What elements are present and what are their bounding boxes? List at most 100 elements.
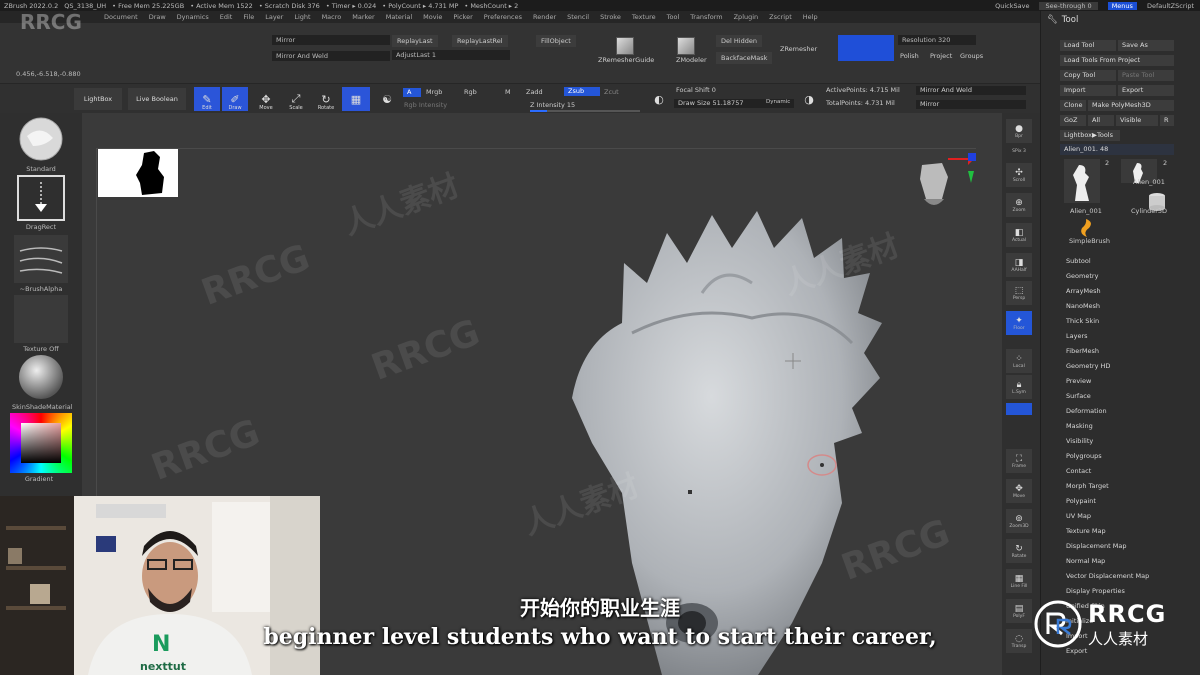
dynamic-toggle[interactable]: Dynamic [766, 99, 790, 105]
quicksave-button[interactable]: QuickSave [995, 2, 1029, 10]
backface-mask-button[interactable]: BackfaceMask [716, 52, 773, 64]
fibermesh-section[interactable]: FiberMesh [1066, 347, 1099, 355]
menu-stencil[interactable]: Stencil [567, 13, 589, 21]
edit-mode-button[interactable]: ✎ Edit [194, 87, 220, 111]
move-button[interactable]: ✥ Move [253, 87, 279, 112]
draw-mode-button[interactable]: ✐ Draw [222, 87, 248, 111]
preview-section[interactable]: Preview [1066, 377, 1091, 385]
m-toggle[interactable]: M [505, 88, 511, 96]
vector-displacement-map-section[interactable]: Vector Displacement Map [1066, 572, 1149, 580]
menu-zplugin[interactable]: Zplugin [734, 13, 759, 21]
menu-tool[interactable]: Tool [667, 13, 680, 21]
aahalf-button[interactable]: ◨ AAHalf [1006, 253, 1032, 277]
goz-visible-button[interactable]: Visible [1116, 115, 1158, 126]
rgb-toggle[interactable]: Rgb [464, 88, 477, 96]
current-tool-slider[interactable]: Alien_001. 48 [1060, 144, 1174, 155]
displacement-map-section[interactable]: Displacement Map [1066, 542, 1126, 550]
local-button[interactable]: ⁘ Local [1006, 349, 1032, 373]
floor-button[interactable]: ✦ Floor [1006, 311, 1032, 335]
menu-stroke[interactable]: Stroke [600, 13, 621, 21]
menu-help[interactable]: Help [803, 13, 818, 21]
material-sphere-button[interactable]: ☯ [374, 87, 400, 111]
replay-last-button[interactable]: ReplayLast [392, 35, 438, 47]
copy-tool-button[interactable]: Copy Tool [1060, 70, 1116, 81]
menu-texture[interactable]: Texture [632, 13, 656, 21]
zmodeler-button[interactable]: ZModeler [676, 56, 707, 64]
mirror-and-weld-button[interactable]: Mirror And Weld [272, 51, 390, 61]
zsub-toggle[interactable]: Zsub [564, 87, 600, 96]
goz-all-button[interactable]: All [1088, 115, 1114, 126]
del-hidden-button[interactable]: Del Hidden [716, 35, 762, 47]
simplebrush-icon[interactable] [1075, 218, 1097, 238]
move-view-button[interactable]: ✥ Move [1006, 479, 1032, 503]
zadd-toggle[interactable]: Zadd [526, 88, 543, 96]
adjust-last-slider[interactable]: AdjustLast 1 [392, 50, 510, 60]
lightbox-button[interactable]: LightBox [74, 88, 122, 110]
frame-button[interactable]: ⛶ Frame [1006, 449, 1032, 473]
alpha-selector[interactable]: ~BrushAlpha [12, 235, 70, 293]
linefill-button[interactable]: ▦ Line Fill [1006, 569, 1032, 593]
goz-r-button[interactable]: R [1160, 115, 1174, 126]
color-picker[interactable]: Gradient [10, 413, 72, 483]
layers-section[interactable]: Layers [1066, 332, 1088, 340]
lightbox-tools-button[interactable]: Lightbox▶Tools [1060, 130, 1120, 141]
menu-edit[interactable]: Edit [220, 13, 233, 21]
mrgb-toggle[interactable]: Mrgb [426, 88, 442, 96]
see-through-slider[interactable]: See-through 0 [1039, 1, 1098, 10]
groups-button[interactable]: Groups [960, 52, 983, 60]
scroll-button[interactable]: ✣ Scroll [1006, 163, 1032, 187]
paste-tool-button[interactable]: Paste Tool [1118, 70, 1174, 81]
rgb-intensity-slider[interactable]: Rgb Intensity [404, 101, 447, 109]
visibility-section[interactable]: Visibility [1066, 437, 1093, 445]
gizmo-toggle[interactable]: ▦ [342, 87, 370, 111]
alien-sculpt-model[interactable] [552, 203, 982, 675]
brush-selector[interactable]: Standard [12, 115, 70, 173]
menu-dynamics[interactable]: Dynamics [177, 13, 209, 21]
menu-layer[interactable]: Layer [265, 13, 283, 21]
zremesher-button[interactable]: ZRemesher [780, 45, 817, 53]
menu-macro[interactable]: Macro [322, 13, 342, 21]
masking-section[interactable]: Masking [1066, 422, 1093, 430]
menu-material[interactable]: Material [386, 13, 412, 21]
rotate-view-button[interactable]: ↻ Rotate [1006, 539, 1032, 563]
zcut-toggle[interactable]: Zcut [604, 88, 619, 96]
polish-button[interactable]: Polish [900, 52, 919, 60]
polypaint-section[interactable]: Polypaint [1066, 497, 1096, 505]
menu-light[interactable]: Light [294, 13, 310, 21]
orientation-gizmo[interactable] [912, 153, 982, 215]
save-as-button[interactable]: Save As [1118, 40, 1174, 51]
mirror-shelf-button[interactable]: Mirror [916, 100, 1026, 109]
scale-button[interactable]: ⤢ Scale [283, 87, 309, 111]
thick-skin-section[interactable]: Thick Skin [1066, 317, 1099, 325]
mirror-button[interactable]: Mirror [272, 35, 390, 45]
focal-shift-slider[interactable]: Focal Shift 0 [676, 86, 716, 94]
a-toggle[interactable]: A [403, 88, 421, 97]
menu-picker[interactable]: Picker [453, 13, 472, 21]
persp-button[interactable]: ⬚ Persp [1006, 281, 1032, 305]
export-button[interactable]: Export [1118, 85, 1174, 96]
z-intensity-slider[interactable]: Z Intensity 15 [530, 101, 575, 109]
material-selector[interactable]: SkinShadeMaterial [12, 353, 73, 411]
zoom3d-button[interactable]: ⊚ Zoom3D [1006, 509, 1032, 533]
load-tool-button[interactable]: Load Tool [1060, 40, 1116, 51]
geometry-section[interactable]: Geometry [1066, 272, 1098, 280]
subtool-section[interactable]: Subtool [1066, 257, 1091, 265]
import-button[interactable]: Import [1060, 85, 1116, 96]
arraymesh-section[interactable]: ArrayMesh [1066, 287, 1101, 295]
normal-map-section[interactable]: Normal Map [1066, 557, 1105, 565]
menu-preferences[interactable]: Preferences [484, 13, 522, 21]
make-polymesh3d-button[interactable]: Make PolyMesh3D [1088, 100, 1174, 111]
menu-draw[interactable]: Draw [149, 13, 166, 21]
zremesher-active-toggle[interactable] [838, 35, 894, 61]
menu-zscript[interactable]: Zscript [769, 13, 792, 21]
project-button[interactable]: Project [930, 52, 952, 60]
polyf-button[interactable]: ▤ PolyF [1006, 599, 1032, 623]
live-boolean-button[interactable]: Live Boolean [128, 88, 186, 110]
menu-render[interactable]: Render [533, 13, 556, 21]
texture-map-section[interactable]: Texture Map [1066, 527, 1106, 535]
geometry-hd-section[interactable]: Geometry HD [1066, 362, 1110, 370]
surface-section[interactable]: Surface [1066, 392, 1091, 400]
spix-slider[interactable]: SPix 3 [1006, 145, 1032, 157]
xyz-toggle[interactable] [1006, 403, 1032, 415]
menu-transform[interactable]: Transform [690, 13, 722, 21]
